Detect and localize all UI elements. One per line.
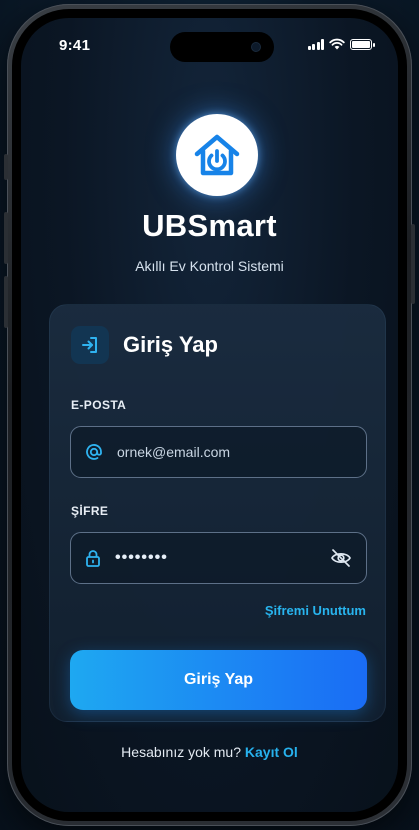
status-icons: [307, 38, 375, 50]
at-icon: [86, 444, 102, 460]
signup-prompt: Hesabınız yok mu? Kayıt Ol: [21, 744, 398, 760]
card-header: Giriş Yap: [71, 326, 218, 364]
card-title: Giriş Yap: [123, 332, 218, 357]
app-screen: 9:41 UBSmart Akıllı Ev Kontrol Sistemi G…: [21, 18, 398, 812]
power-button: [411, 224, 415, 304]
password-label: ŞİFRE: [71, 504, 109, 518]
app-subtitle: Akıllı Ev Kontrol Sistemi: [135, 258, 284, 274]
eye-off-icon[interactable]: [330, 548, 352, 568]
lock-icon: [86, 550, 100, 567]
app-name: UBSmart: [142, 208, 277, 243]
forgot-password-link[interactable]: Şifremi Unuttum: [265, 603, 366, 618]
wifi-icon: [329, 38, 345, 50]
volume-up-button: [4, 212, 8, 264]
email-placeholder: ornek@email.com: [117, 444, 231, 460]
login-button[interactable]: Giriş Yap: [70, 650, 367, 710]
cellular-signal-icon: [307, 38, 324, 50]
battery-icon: [350, 38, 375, 50]
action-button: [4, 154, 8, 180]
email-label: E-POSTA: [71, 398, 127, 412]
status-time: 9:41: [59, 37, 91, 54]
password-field[interactable]: ••••••••: [70, 532, 367, 584]
house-power-icon: [194, 134, 240, 176]
email-field[interactable]: ornek@email.com: [70, 426, 367, 478]
login-card: Giriş Yap E-POSTA ornek@email.com ŞİFRE: [49, 304, 386, 722]
status-bar: 9:41: [21, 18, 398, 66]
enter-icon: [71, 326, 109, 364]
register-link[interactable]: Kayıt Ol: [245, 744, 298, 760]
phone-frame: 9:41 UBSmart Akıllı Ev Kontrol Sistemi G…: [4, 4, 415, 826]
camera-icon: [252, 43, 260, 51]
volume-down-button: [4, 276, 8, 328]
phone-bezel: 9:41 UBSmart Akıllı Ev Kontrol Sistemi G…: [12, 9, 407, 821]
app-logo: [176, 114, 258, 196]
signup-prompt-text: Hesabınız yok mu?: [121, 744, 242, 760]
password-value: ••••••••: [115, 549, 168, 566]
dynamic-island: [170, 32, 274, 62]
